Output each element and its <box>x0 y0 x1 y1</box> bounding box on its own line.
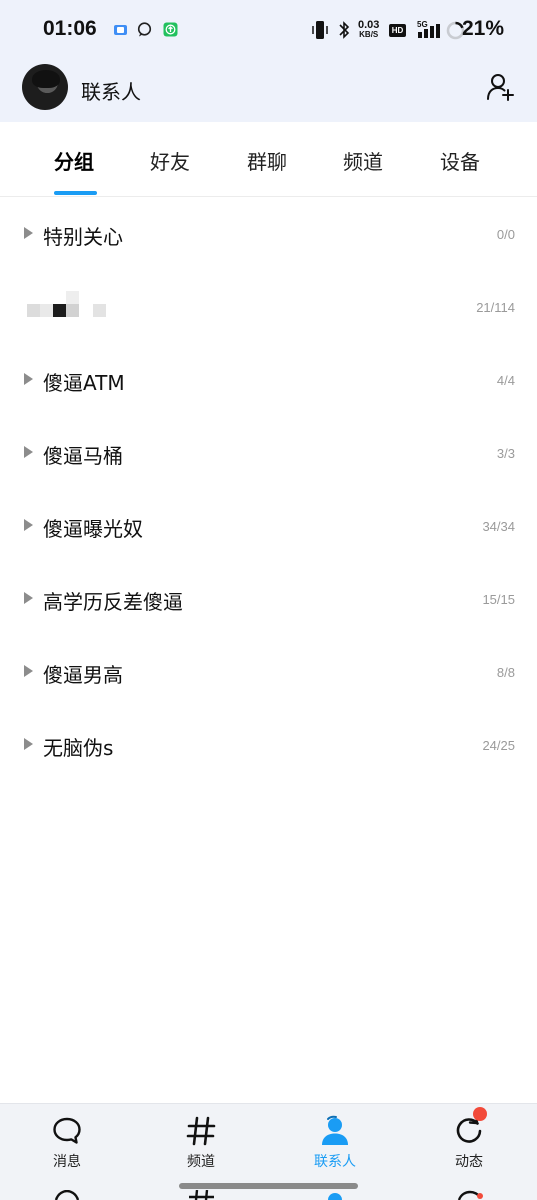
contacts-icon <box>322 1115 348 1145</box>
bluetooth-icon <box>339 21 350 39</box>
nav-label: 频道 <box>187 1154 215 1170</box>
expand-caret-icon <box>24 373 33 385</box>
group-row[interactable]: 傻逼男高 8/8 <box>0 635 537 708</box>
nav-label: 联系人 <box>314 1154 356 1170</box>
tab-channels[interactable]: 频道 <box>343 146 383 175</box>
nav-label: 动态 <box>455 1154 483 1170</box>
expand-caret-icon <box>24 592 33 604</box>
add-contact-icon[interactable] <box>486 72 514 102</box>
home-indicator[interactable] <box>179 1183 358 1189</box>
nav-label: 消息 <box>53 1154 81 1170</box>
active-tab-indicator <box>54 191 97 195</box>
hashtag-icon <box>189 1190 214 1200</box>
group-count: 34/34 <box>482 519 515 534</box>
group-count: 0/0 <box>496 227 515 242</box>
refresh-icon <box>457 1190 483 1200</box>
chat-notification-icon <box>137 22 152 37</box>
tab-groups[interactable]: 分组 <box>54 146 94 175</box>
expand-caret-icon <box>24 665 33 677</box>
group-count: 21/114 <box>476 300 515 315</box>
tab-friends[interactable]: 好友 <box>150 146 190 175</box>
group-name: 特别关心 <box>43 225 123 249</box>
tab-group-chats[interactable]: 群聊 <box>247 146 287 175</box>
nav-messages[interactable]: 消息 <box>0 1104 134 1200</box>
group-name: 高学历反差傻逼 <box>43 590 183 614</box>
group-row[interactable]: 无脑伪s 24/25 <box>0 708 537 781</box>
hashtag-icon <box>186 1116 216 1146</box>
hd-badge: HD <box>389 24 406 37</box>
expand-caret-icon <box>24 519 33 531</box>
group-name: 傻逼ATM <box>43 371 125 395</box>
group-row[interactable]: 傻逼马桶 3/3 <box>0 416 537 489</box>
header: 联系人 <box>0 58 537 122</box>
group-name: 傻逼曝光奴 <box>43 517 143 541</box>
battery-percent: 21% <box>461 17 504 40</box>
group-row[interactable]: 特别关心 0/0 <box>0 197 537 270</box>
signal-icon <box>418 24 440 38</box>
vibrate-icon <box>312 21 328 39</box>
expand-caret-icon <box>24 738 33 750</box>
net-speed-unit: KB/S <box>359 30 379 39</box>
expand-caret-icon <box>24 446 33 458</box>
tab-devices[interactable]: 设备 <box>440 146 480 175</box>
contacts-icon <box>328 1193 342 1200</box>
message-icon <box>53 1117 81 1144</box>
group-row[interactable]: 高学历反差傻逼 15/15 <box>0 562 537 635</box>
group-name: 无脑伪s <box>43 736 114 760</box>
status-time: 01:06 <box>43 17 97 40</box>
avatar[interactable] <box>22 64 68 110</box>
group-name: 傻逼马桶 <box>43 444 123 468</box>
message-icon <box>54 1190 80 1200</box>
group-row[interactable]: 傻逼曝光奴 34/34 <box>0 489 537 562</box>
nav-moments[interactable]: 动态 <box>402 1104 536 1200</box>
group-row[interactable]: 21/114 <box>0 270 537 343</box>
group-count: 15/15 <box>482 592 515 607</box>
group-row[interactable]: 傻逼ATM 4/4 <box>0 343 537 416</box>
group-count: 8/8 <box>496 665 515 680</box>
group-name: 傻逼男高 <box>43 663 123 687</box>
group-count: 3/3 <box>496 446 515 461</box>
page-title: 联系人 <box>81 80 141 104</box>
expand-caret-icon <box>24 227 33 239</box>
group-count: 24/25 <box>482 738 515 753</box>
status-bar: 01:06 0.03 KB/S HD 5G 21% <box>0 0 537 58</box>
tab-bar: 分组 好友 群聊 频道 设备 <box>0 122 537 197</box>
net-speed: 0.03 KB/S <box>358 20 379 40</box>
group-count: 4/4 <box>496 373 515 388</box>
notification-dot <box>473 1107 487 1121</box>
upload-notification-icon <box>163 22 178 37</box>
app-notification-icon <box>114 25 127 35</box>
